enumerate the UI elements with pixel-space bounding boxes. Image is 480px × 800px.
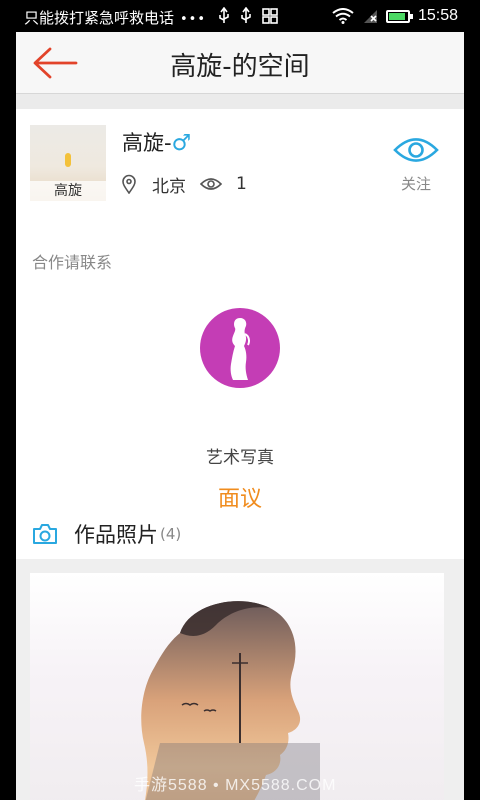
signal-icon	[363, 10, 377, 23]
avatar-label: 高旋	[30, 181, 106, 201]
status-carrier: 只能拨打紧急呼救电话 •••	[24, 7, 206, 28]
battery-icon	[385, 9, 413, 23]
works-section-header: 作品照片 (4)	[32, 518, 181, 550]
status-system-icons: 15:58	[332, 6, 458, 26]
app-screen: 高旋-的空间 高旋 高旋-♂ 北京 1 关注 合作请联系 艺术写真 面议 作品照…	[16, 32, 464, 800]
divider-strip	[16, 94, 464, 109]
service-name: 艺术写真	[206, 448, 274, 468]
photo-gallery: 手游5588 • MX5588.COM	[16, 559, 464, 800]
profile-location: 北京	[152, 176, 186, 197]
portrait-double-exposure-image	[141, 601, 320, 800]
follow-label: 关注	[400, 175, 431, 193]
work-photo[interactable]: 手游5588 • MX5588.COM	[30, 573, 444, 800]
status-bar: 只能拨打紧急呼救电话 ••• 15:58	[0, 0, 480, 32]
eye-follow-icon	[393, 138, 439, 162]
usb-debug-icon	[241, 7, 251, 23]
contact-note: 合作请联系	[32, 253, 113, 272]
page-title: 高旋-的空间	[170, 52, 310, 82]
gender-male-icon: ♂	[171, 131, 192, 156]
profile-name: 高旋-	[122, 131, 172, 155]
grid-app-icon	[262, 8, 278, 24]
service-price: 面议	[217, 487, 262, 512]
views-eye-icon	[200, 178, 222, 190]
service-icon-button[interactable]	[200, 308, 280, 388]
location-pin-icon	[122, 174, 136, 194]
profile-view-count: 1	[236, 174, 247, 194]
camera-icon	[33, 524, 57, 544]
photo-watermark: 手游5588 • MX5588.COM	[134, 777, 337, 794]
wifi-icon	[332, 8, 354, 24]
status-dots: •••	[180, 12, 207, 27]
profile-card: 高旋 高旋-♂ 北京 1 关注 合作请联系 艺术写真 面议 作品照片 (4)	[16, 109, 464, 559]
works-title: 作品照片	[74, 523, 158, 547]
status-time: 15:58	[417, 7, 458, 24]
avatar-figure	[65, 153, 71, 167]
follow-button[interactable]: 关注	[386, 135, 446, 195]
status-notification-icons	[218, 6, 278, 26]
profile-meta-row: 北京 1	[120, 173, 247, 197]
header-bar: 高旋-的空间	[16, 32, 464, 94]
avatar[interactable]: 高旋	[30, 125, 106, 201]
woman-silhouette-icon	[230, 318, 250, 380]
carrier-text: 只能拨打紧急呼救电话	[24, 9, 175, 27]
profile-name-row: 高旋-♂	[122, 127, 191, 157]
usb-icon	[219, 7, 229, 23]
works-count: (4)	[160, 525, 182, 543]
